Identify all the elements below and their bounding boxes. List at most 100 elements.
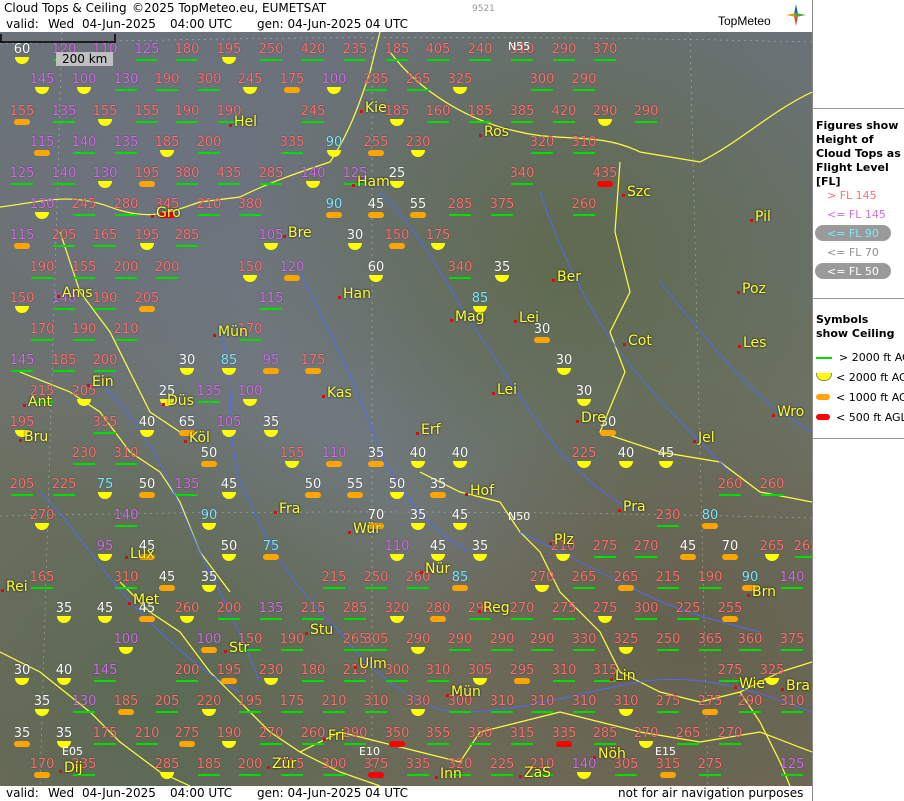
ceiling-symbol-orange [14, 119, 30, 125]
city-marker [352, 184, 355, 187]
ceiling-symbol-green [281, 649, 303, 651]
city-marker [229, 124, 232, 127]
city-marker [420, 571, 423, 574]
cloud-top-value: 35 [471, 539, 489, 554]
cloud-top-value: 250 [258, 42, 284, 57]
city-marker [305, 632, 308, 635]
ceiling-symbol-green [176, 121, 198, 123]
city-marker [323, 738, 326, 741]
city-marker [750, 219, 753, 222]
cloud-top-value: 150 [384, 228, 410, 243]
cloud-top-value: 155 [134, 104, 160, 119]
cloud-top-value: 335 [405, 757, 431, 772]
ceiling-symbol-green [260, 308, 282, 310]
cloud-top-value: 45 [679, 539, 697, 554]
cloud-top-value: 200 [216, 601, 242, 616]
city-marker [267, 766, 270, 769]
cloud-top-value: 200 [113, 260, 139, 275]
cloud-top-value: 105 [258, 228, 284, 243]
cloud-top-value: 225 [51, 477, 77, 492]
city-marker [23, 404, 26, 407]
cloud-top-value: 285 [592, 726, 618, 741]
city-marker [59, 770, 62, 773]
ceiling-symbol-green [198, 401, 220, 403]
city-label: Cot [628, 333, 652, 349]
cloud-top-value: 30 [555, 353, 573, 368]
cloud-top-value: 285 [342, 601, 368, 616]
cloud-top-value: 50 [304, 477, 322, 492]
cloud-top-value: 200 [154, 260, 180, 275]
ceiling-symbol-green [115, 152, 137, 154]
cloud-top-value: 35 [55, 601, 73, 616]
ceiling-symbol-green [635, 618, 657, 620]
ceiling-symbol-orange [139, 492, 155, 498]
ceiling-symbol-green [511, 743, 533, 745]
ceiling-symbol-green [553, 680, 575, 682]
ceiling-symbol-orange [534, 337, 550, 343]
cloud-top-value: 135 [51, 104, 77, 119]
city-label: Wro [777, 404, 805, 420]
cloud-top-value: 170 [29, 757, 55, 772]
city-marker [184, 440, 187, 443]
ceiling-symbol-red [597, 181, 613, 187]
ceiling-symbol-green [511, 183, 533, 185]
ceiling-symbol-green [115, 339, 137, 341]
cloud-top-value: 225 [571, 446, 597, 461]
cloud-top-value: 285 [447, 197, 473, 212]
ceiling-symbol-green [781, 587, 803, 589]
cloud-top-value: 310 [613, 694, 639, 709]
compass-logo-icon [786, 4, 806, 26]
ceiling-symbol-orange [430, 616, 446, 622]
ceiling-symbol-green [573, 711, 595, 713]
cloud-top-value: 35 [200, 570, 218, 585]
cloud-top-value: 180 [174, 42, 200, 57]
city-label: Gro [156, 205, 181, 221]
cloud-top-value: 125 [9, 166, 35, 181]
city-label: Kas [327, 385, 352, 401]
cloud-top-value: 310 [489, 694, 515, 709]
cloud-top-value: 270 [529, 570, 555, 585]
cloud-top-value: 50 [220, 539, 238, 554]
ceiling-symbol-orange [284, 87, 300, 93]
graticule-label: N50 [508, 510, 531, 523]
cloud-top-value: 310 [425, 663, 451, 678]
ceiling-symbol-orange [263, 368, 279, 374]
cloud-top-value: 35 [13, 726, 31, 741]
ceiling-symbol-green [553, 121, 575, 123]
cloud-top-value: 125 [134, 42, 160, 57]
generated-label: gen: 04-Jun-2025 04 UTC [257, 17, 409, 31]
city-marker [623, 343, 626, 346]
valid-label: valid: [6, 17, 39, 31]
cloud-top-value: 185 [384, 42, 410, 57]
cloud-top-value: 135 [113, 135, 139, 150]
city-label: Inn [440, 766, 462, 782]
city-label: Rei [6, 579, 28, 595]
legend-fl-item: <= FL 90 [827, 227, 879, 240]
cloud-top-value: 315 [509, 726, 535, 741]
cloud-top-value: 265 [675, 726, 701, 741]
cloud-top-value: 270 [717, 726, 743, 741]
city-marker [435, 776, 438, 779]
city-marker [737, 291, 740, 294]
cloud-top-value: 65 [178, 415, 196, 430]
ceiling-symbol-green [11, 494, 33, 496]
ceiling-symbol-green [553, 618, 575, 620]
cloud-top-value: 275 [697, 757, 723, 772]
cloud-top-value: 325 [447, 72, 473, 87]
ceiling-symbol-orange [430, 492, 446, 498]
satellite-map[interactable]: 60 120 110 125 180 195 250 420 235 185 405 240 310 29… [0, 32, 812, 786]
ceiling-symbol-green [531, 152, 553, 154]
cloud-top-value: 190 [174, 104, 200, 119]
ceiling-symbol-green [407, 774, 429, 776]
cloud-top-value: 235 [342, 42, 368, 57]
cloud-top-value: 260 [174, 601, 200, 616]
ceiling-symbol-green [53, 308, 75, 310]
city-marker [593, 756, 596, 759]
cloud-top-value: 140 [571, 757, 597, 772]
cloud-top-value: 405 [425, 42, 451, 57]
ceiling-symbol-green [239, 214, 261, 216]
ceiling-symbol-green [281, 711, 303, 713]
cloud-top-value: 130 [71, 694, 97, 709]
cloud-top-value: 35 [33, 694, 51, 709]
valid-day: Wed [48, 17, 75, 31]
